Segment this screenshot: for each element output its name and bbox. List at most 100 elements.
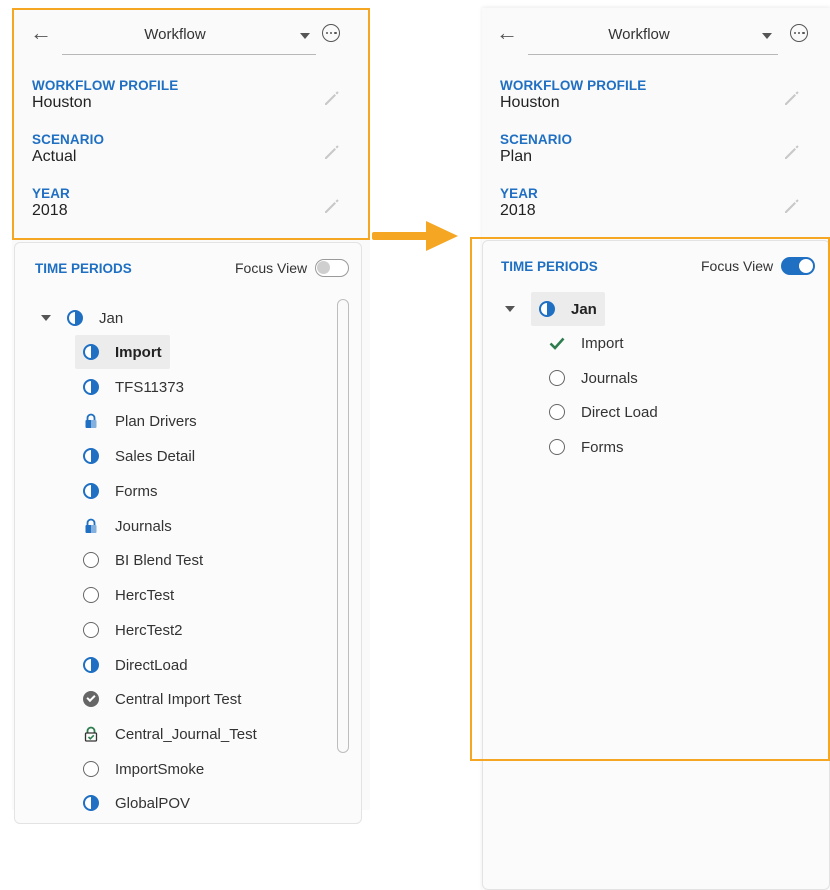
scenario-field: SCENARIO Plan [500, 132, 810, 176]
focus-view-label: Focus View [235, 260, 308, 276]
pencil-icon[interactable] [782, 196, 802, 216]
partial-status-icon [539, 301, 555, 317]
empty-status-icon [549, 370, 565, 386]
field-label: YEAR [32, 186, 70, 201]
tree-item-label: HercTest [115, 586, 175, 604]
back-arrow-icon[interactable]: ← [30, 22, 52, 44]
tree-item[interactable]: DirectLoad [83, 648, 188, 682]
workflow-panel-after: ← Workflow WORKFLOW PROFILE Houston SCEN… [482, 8, 830, 890]
tree-item-label: Import [581, 334, 624, 352]
year-field: YEAR 2018 [32, 186, 350, 230]
tree-item-label: Plan Drivers [115, 412, 197, 430]
time-periods-title: TIME PERIODS [501, 259, 598, 274]
tree-item-label: GlobalPOV [115, 794, 191, 812]
partial-status-icon [83, 344, 99, 360]
tree-item[interactable]: Sales Detail [83, 439, 195, 473]
pencil-icon[interactable] [322, 196, 342, 216]
tree-item[interactable]: Central Import Test [83, 682, 241, 716]
tree-item-label: Journals [581, 369, 638, 387]
tree-item-label: HercTest2 [115, 621, 183, 639]
lock-icon [85, 518, 97, 533]
empty-status-icon [83, 622, 99, 638]
pencil-icon[interactable] [782, 88, 802, 108]
partial-status-icon [83, 657, 99, 673]
empty-status-icon [83, 587, 99, 603]
tree-item[interactable]: Forms [83, 474, 158, 508]
partial-status-icon [83, 483, 99, 499]
more-options-icon[interactable] [322, 24, 340, 42]
time-periods-card: TIME PERIODS Focus View Jan Import Journ… [482, 240, 830, 890]
tree-item[interactable]: Journals [83, 509, 172, 543]
scrollbar[interactable] [337, 299, 349, 753]
time-periods-card: TIME PERIODS Focus View Jan Import TFS11… [14, 242, 362, 824]
workflow-header: ← Workflow [482, 8, 830, 58]
field-label: SCENARIO [32, 132, 105, 147]
empty-status-icon [83, 552, 99, 568]
workflow-profile-field: WORKFLOW PROFILE Houston [32, 78, 350, 122]
chevron-down-icon [762, 33, 772, 39]
field-label: YEAR [500, 186, 538, 201]
field-value: 2018 [500, 202, 536, 219]
tree-item-label: DirectLoad [115, 656, 188, 674]
tree-node-jan[interactable]: Jan [41, 301, 123, 335]
tree-item-import[interactable]: Import [549, 326, 624, 360]
field-value: 2018 [32, 202, 68, 219]
workflow-dropdown-label: Workflow [144, 26, 206, 43]
certified-lock-icon [84, 726, 98, 742]
tree-item[interactable]: BI Blend Test [83, 543, 203, 577]
field-value: Plan [500, 148, 533, 165]
tree-item-label: TFS11373 [115, 378, 184, 396]
tree-item-import[interactable]: Import [75, 335, 170, 369]
focus-view-toggle[interactable] [315, 259, 349, 277]
tree-item[interactable]: Journals [549, 361, 638, 395]
tree-item[interactable]: HercTest2 [83, 613, 183, 647]
focus-view-label: Focus View [701, 258, 774, 274]
expand-triangle-icon[interactable] [505, 306, 515, 312]
tree-item-label: Central Import Test [115, 690, 242, 708]
pencil-icon[interactable] [322, 142, 342, 162]
tree-item[interactable]: GlobalPOV [83, 786, 190, 820]
tree-item[interactable]: TFS11373 [83, 370, 184, 404]
partial-status-icon [67, 310, 83, 326]
workflow-dropdown[interactable]: Workflow [62, 16, 316, 55]
more-options-icon[interactable] [790, 24, 808, 42]
pencil-icon[interactable] [782, 142, 802, 162]
tree-item[interactable]: Direct Load [549, 395, 658, 429]
focus-view-toggle[interactable] [781, 257, 815, 275]
transition-arrow [372, 232, 430, 240]
tree-item[interactable]: Central_Journal_Test [83, 717, 257, 751]
field-value: Actual [32, 148, 77, 165]
empty-status-icon [549, 404, 565, 420]
time-periods-title: TIME PERIODS [35, 261, 132, 276]
partial-status-icon [83, 379, 99, 395]
field-label: WORKFLOW PROFILE [32, 78, 179, 93]
chevron-down-icon [300, 33, 310, 39]
tree-item-label: BI Blend Test [115, 551, 204, 569]
expand-triangle-icon[interactable] [41, 315, 51, 321]
scenario-field: SCENARIO Actual [32, 132, 350, 176]
empty-status-icon [83, 761, 99, 777]
back-arrow-icon[interactable]: ← [496, 22, 518, 44]
tree-item[interactable]: ImportSmoke [83, 752, 204, 786]
transition-arrow-head [426, 221, 458, 251]
checkmark-icon [549, 337, 565, 350]
tree-node-jan[interactable]: Jan [505, 292, 605, 326]
tree-item-label: Forms [581, 438, 624, 456]
workflow-header: ← Workflow [12, 8, 370, 58]
field-label: SCENARIO [500, 132, 573, 147]
lock-icon [85, 413, 97, 428]
tree-item[interactable]: Forms [549, 430, 624, 464]
partial-status-icon [83, 448, 99, 464]
year-field: YEAR 2018 [500, 186, 810, 230]
tree-item-label: ImportSmoke [115, 760, 205, 778]
empty-status-icon [549, 439, 565, 455]
field-label: WORKFLOW PROFILE [500, 78, 647, 93]
tree-item-label: Direct Load [581, 403, 658, 421]
tree-item[interactable]: Plan Drivers [83, 404, 197, 438]
pencil-icon[interactable] [322, 88, 342, 108]
tree-item[interactable]: HercTest [83, 578, 174, 612]
tree-node-label: Jan [99, 309, 124, 327]
workflow-panel-before: ← Workflow WORKFLOW PROFILE Houston SCEN… [12, 8, 370, 824]
workflow-dropdown[interactable]: Workflow [528, 16, 778, 55]
field-value: Houston [500, 94, 560, 111]
